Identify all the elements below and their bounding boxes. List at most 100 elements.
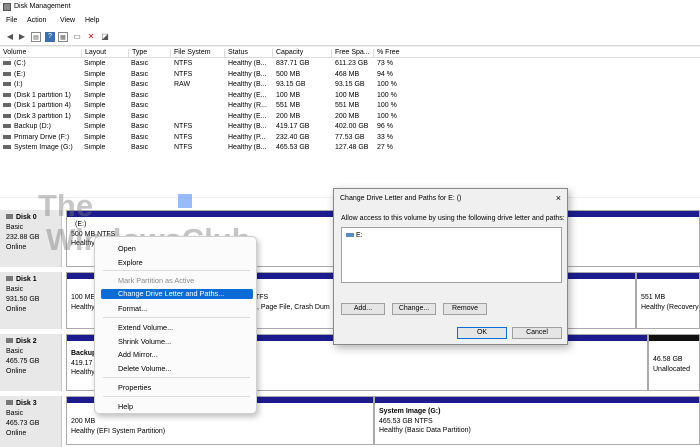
help-icon[interactable]: ? — [45, 32, 55, 42]
remove-button[interactable]: Remove — [443, 303, 487, 315]
cell-capacity: 551 MB — [276, 102, 301, 109]
cell-percent-free: 100 % — [377, 102, 397, 109]
cell-capacity: 232.40 GB — [276, 133, 310, 141]
cell-percent-free: 33 % — [377, 133, 393, 141]
cell-type: Basic — [131, 112, 149, 120]
menu-item-open[interactable]: Open — [118, 244, 136, 253]
disk-icon — [6, 338, 13, 343]
cell-file-system: NTFS — [174, 123, 193, 130]
table-row[interactable]: Primary Drive (F:) Simple Basic NTFS Healthy… — [0, 133, 700, 144]
table-row[interactable]: (E:) Simple Basic NTFS Healthy (B... 500 MB 46… — [0, 70, 700, 81]
add-button[interactable]: Add... — [341, 303, 385, 315]
volume-label: (C:) — [14, 60, 26, 67]
col-capacity[interactable]: Capacity — [273, 49, 332, 58]
menu-view[interactable]: View — [60, 17, 75, 24]
volume-label: Primary Drive (F:) — [14, 133, 70, 141]
cell-volume-name: (I:) — [3, 81, 82, 88]
cell-type: Basic — [131, 60, 149, 67]
cell-layout: Simple — [84, 133, 106, 141]
disk-2-label[interactable]: Disk 2 Basic 465.75 GB Online — [0, 334, 62, 391]
change-button[interactable]: Change... — [392, 303, 436, 315]
back-icon[interactable]: ◀ — [5, 32, 15, 42]
volume-icon — [3, 124, 11, 129]
menu-item-extend-volume[interactable]: Extend Volume... — [118, 323, 173, 332]
menu-item-add-mirror[interactable]: Add Mirror... — [118, 350, 158, 359]
cell-status: Healthy (R... — [228, 102, 267, 109]
menu-help[interactable]: Help — [85, 17, 99, 24]
table-row[interactable]: Backup (D:) Simple Basic NTFS Healthy (B... 4… — [0, 122, 700, 133]
cell-status: Healthy (E... — [228, 112, 267, 120]
cell-percent-free: 100 % — [377, 91, 397, 99]
delete-icon[interactable]: ✕ — [86, 32, 96, 42]
disk-1-partition-recovery[interactable]: 551 MB Healthy (Recovery — [636, 272, 700, 329]
wizard-icon[interactable]: ◪ — [100, 32, 110, 42]
col-status[interactable]: Status — [225, 49, 273, 58]
disk-type: Basic — [6, 410, 24, 417]
volume-icon — [3, 71, 11, 76]
table-row[interactable]: (Disk 3 partition 1) Simple Basic Healthy (… — [0, 112, 700, 123]
partition-info: 46.58 GB Unallocated — [653, 355, 690, 374]
col-percent-free[interactable]: % Free — [374, 49, 700, 58]
table-row[interactable]: (C:) Simple Basic NTFS Healthy (B... 837.71 G… — [0, 59, 700, 70]
close-icon[interactable]: × — [556, 193, 561, 203]
watermark-line1: The — [38, 188, 94, 223]
col-free-space[interactable]: Free Spa... — [332, 49, 374, 58]
partition-size: 551 MB — [641, 294, 666, 301]
partition-info: 200 MB Healthy (EFI System Partition) — [71, 417, 165, 436]
cell-free-space: 611.23 GB — [335, 60, 368, 67]
properties-icon[interactable]: ▭ — [72, 32, 82, 42]
table-row[interactable]: (Disk 1 partition 1) Simple Basic Healthy (… — [0, 91, 700, 102]
disk-2-unallocated[interactable]: 46.58 GB Unallocated — [648, 334, 700, 391]
col-file-system[interactable]: File System — [171, 49, 225, 58]
cell-volume-name: (Disk 3 partition 1) — [3, 113, 82, 120]
change-drive-letter-dialog: Change Drive Letter and Paths for E: () … — [333, 188, 568, 345]
volume-label: (Disk 3 partition 1) — [14, 112, 71, 120]
col-type[interactable]: Type — [129, 49, 171, 58]
cancel-button[interactable]: Cancel — [512, 327, 562, 339]
menu-file[interactable]: File — [6, 17, 17, 24]
disk-status: Online — [6, 430, 27, 437]
volume-icon — [3, 145, 11, 150]
menu-item-explore[interactable]: Explore — [118, 258, 143, 267]
list-item[interactable]: E: — [346, 232, 363, 239]
drive-path-list[interactable]: E: — [341, 227, 562, 283]
cell-status: Healthy (P... — [228, 133, 266, 141]
disk-type: Basic — [6, 348, 24, 355]
col-volume[interactable]: Volume — [0, 49, 82, 58]
disk-1-partition-1[interactable]: 100 ME Healthy — [66, 272, 96, 329]
menu-bar: File Action View Help — [0, 14, 700, 28]
cell-capacity: 100 MB — [276, 91, 301, 99]
partition-status: Unallocated — [653, 365, 690, 373]
list-item-label: E: — [356, 232, 363, 239]
col-layout[interactable]: Layout — [82, 49, 129, 58]
disk-name: Disk 0 — [16, 214, 37, 221]
cell-layout: Simple — [84, 70, 106, 78]
forward-icon[interactable]: ▶ — [17, 32, 27, 42]
menu-action[interactable]: Action — [27, 17, 46, 24]
disk-1-label[interactable]: Disk 1 Basic 931.50 GB Online — [0, 272, 62, 329]
menu-item-format[interactable]: Format... — [118, 304, 147, 313]
menu-separator — [103, 317, 250, 318]
dialog-title: Change Drive Letter and Paths for E: () — [340, 195, 462, 202]
cell-file-system: NTFS — [174, 144, 193, 151]
volume-list: Volume Layout Type File System Status Ca… — [0, 47, 700, 197]
menu-item-change-drive-letter[interactable]: Change Drive Letter and Paths... — [101, 289, 253, 299]
cell-free-space: 402.00 GB — [335, 123, 369, 130]
table-row[interactable]: (I:) Simple Basic RAW Healthy (B... 93.15 GB 9… — [0, 80, 700, 91]
partition-status: Healthy (EFI System Partition) — [71, 427, 166, 435]
volume-list-icon[interactable]: ▤ — [31, 32, 41, 42]
ok-button[interactable]: OK — [457, 327, 507, 339]
disk-3-label[interactable]: Disk 3 Basic 465.73 GB Online — [0, 396, 62, 447]
menu-item-shrink-volume[interactable]: Shrink Volume... — [118, 337, 171, 346]
disk-list-icon[interactable]: ▦ — [58, 32, 68, 42]
table-row[interactable]: System Image (G:) Simple Basic NTFS Healthy … — [0, 143, 700, 154]
partition-info: System Image (G:) 465.53 GB NTFS Healthy… — [379, 407, 471, 436]
menu-item-help[interactable]: Help — [118, 402, 133, 411]
table-row[interactable]: (Disk 1 partition 4) Simple Basic Healthy (… — [0, 101, 700, 112]
disk-3-partition-g[interactable]: System Image (G:) 465.53 GB NTFS Healthy… — [374, 396, 700, 445]
drive-icon — [346, 233, 354, 238]
cell-layout: Simple — [84, 60, 106, 67]
menu-item-delete-volume[interactable]: Delete Volume... — [118, 364, 172, 373]
cell-type: Basic — [131, 102, 149, 109]
menu-item-properties[interactable]: Properties — [118, 383, 151, 392]
